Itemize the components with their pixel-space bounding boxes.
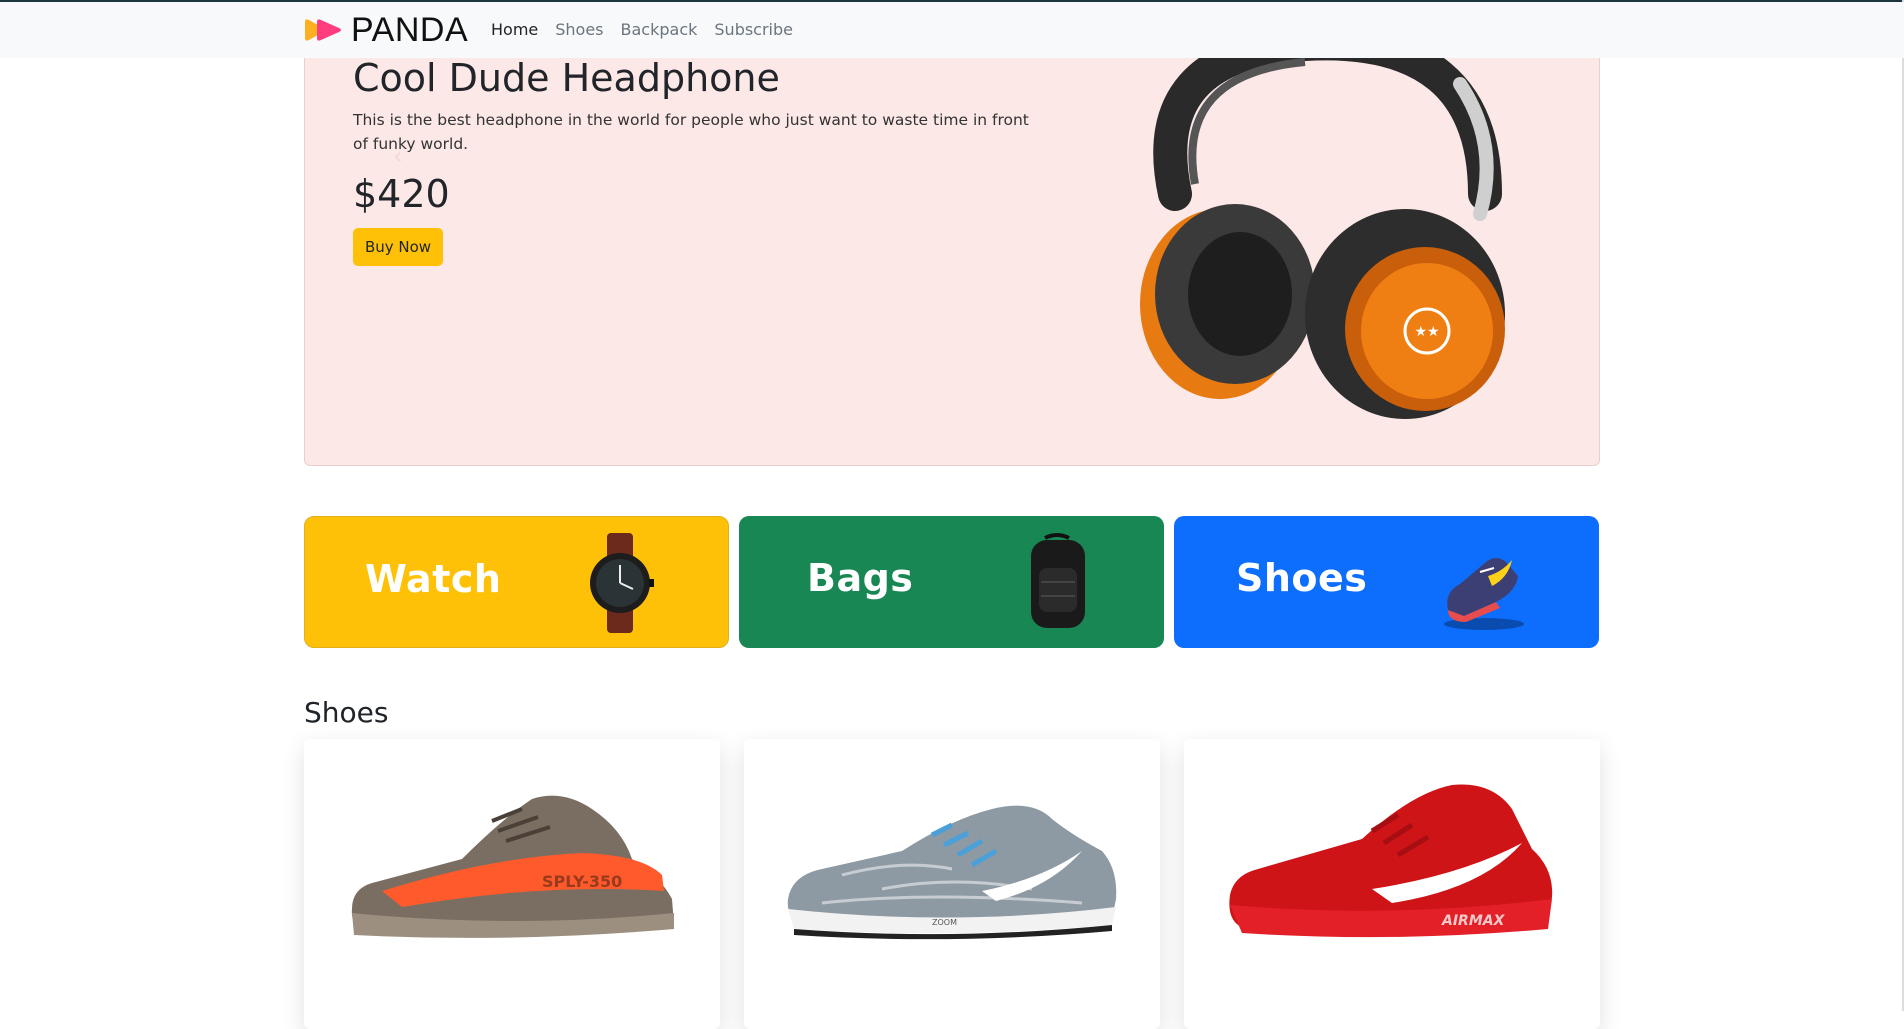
section-title-shoes: Shoes bbox=[304, 696, 389, 729]
category-card-watch[interactable]: Watch bbox=[304, 516, 729, 648]
hero-price: $420 bbox=[353, 172, 450, 216]
chevron-left-icon[interactable]: ‹ bbox=[393, 142, 403, 170]
category-card-bags[interactable]: Bags bbox=[739, 516, 1164, 648]
yeezy-sneaker-image: SPLY-350 bbox=[351, 795, 674, 938]
product-print: ZOOM bbox=[932, 918, 957, 927]
navbar: PANDA Home Shoes Backpack Subscribe bbox=[0, 2, 1904, 58]
watch-image bbox=[590, 533, 654, 633]
hero-carousel: Cool Dude Headphone This is the best hea… bbox=[304, 58, 1600, 466]
nav-item-backpack[interactable]: Backpack bbox=[621, 20, 698, 39]
category-label: Watch bbox=[365, 557, 502, 601]
sneaker-image bbox=[1444, 558, 1524, 630]
category-label: Shoes bbox=[1236, 556, 1368, 600]
svg-text:★★: ★★ bbox=[1414, 324, 1439, 340]
product-card[interactable]: ZOOM bbox=[744, 739, 1160, 1029]
product-print: AIRMAX bbox=[1441, 913, 1506, 929]
nav-item-home[interactable]: Home bbox=[491, 20, 538, 39]
category-label: Bags bbox=[807, 556, 914, 600]
product-print: SPLY-350 bbox=[542, 872, 622, 891]
nav-item-subscribe[interactable]: Subscribe bbox=[714, 20, 793, 39]
buy-now-button[interactable]: Buy Now bbox=[353, 228, 443, 266]
backpack-image bbox=[1031, 533, 1085, 628]
product-card[interactable]: AIRMAX bbox=[1184, 739, 1600, 1029]
product-card[interactable]: SPLY-350 bbox=[304, 739, 720, 1029]
headphone-image: ★★ bbox=[1140, 58, 1505, 419]
hero-description: This is the best headphone in the world … bbox=[353, 111, 1029, 153]
brand[interactable]: PANDA bbox=[303, 10, 468, 50]
nav-menu: Home Shoes Backpack Subscribe bbox=[491, 20, 793, 39]
brand-name: PANDA bbox=[351, 10, 469, 49]
category-card-shoes[interactable]: Shoes bbox=[1174, 516, 1599, 648]
panda-logo-icon bbox=[305, 19, 341, 41]
nike-pegasus-sneaker-image: ZOOM bbox=[787, 805, 1117, 940]
nike-airmax-red-sneaker-image: AIRMAX bbox=[1229, 784, 1553, 938]
nav-item-shoes[interactable]: Shoes bbox=[555, 20, 603, 39]
hero-title: Cool Dude Headphone bbox=[353, 58, 780, 100]
